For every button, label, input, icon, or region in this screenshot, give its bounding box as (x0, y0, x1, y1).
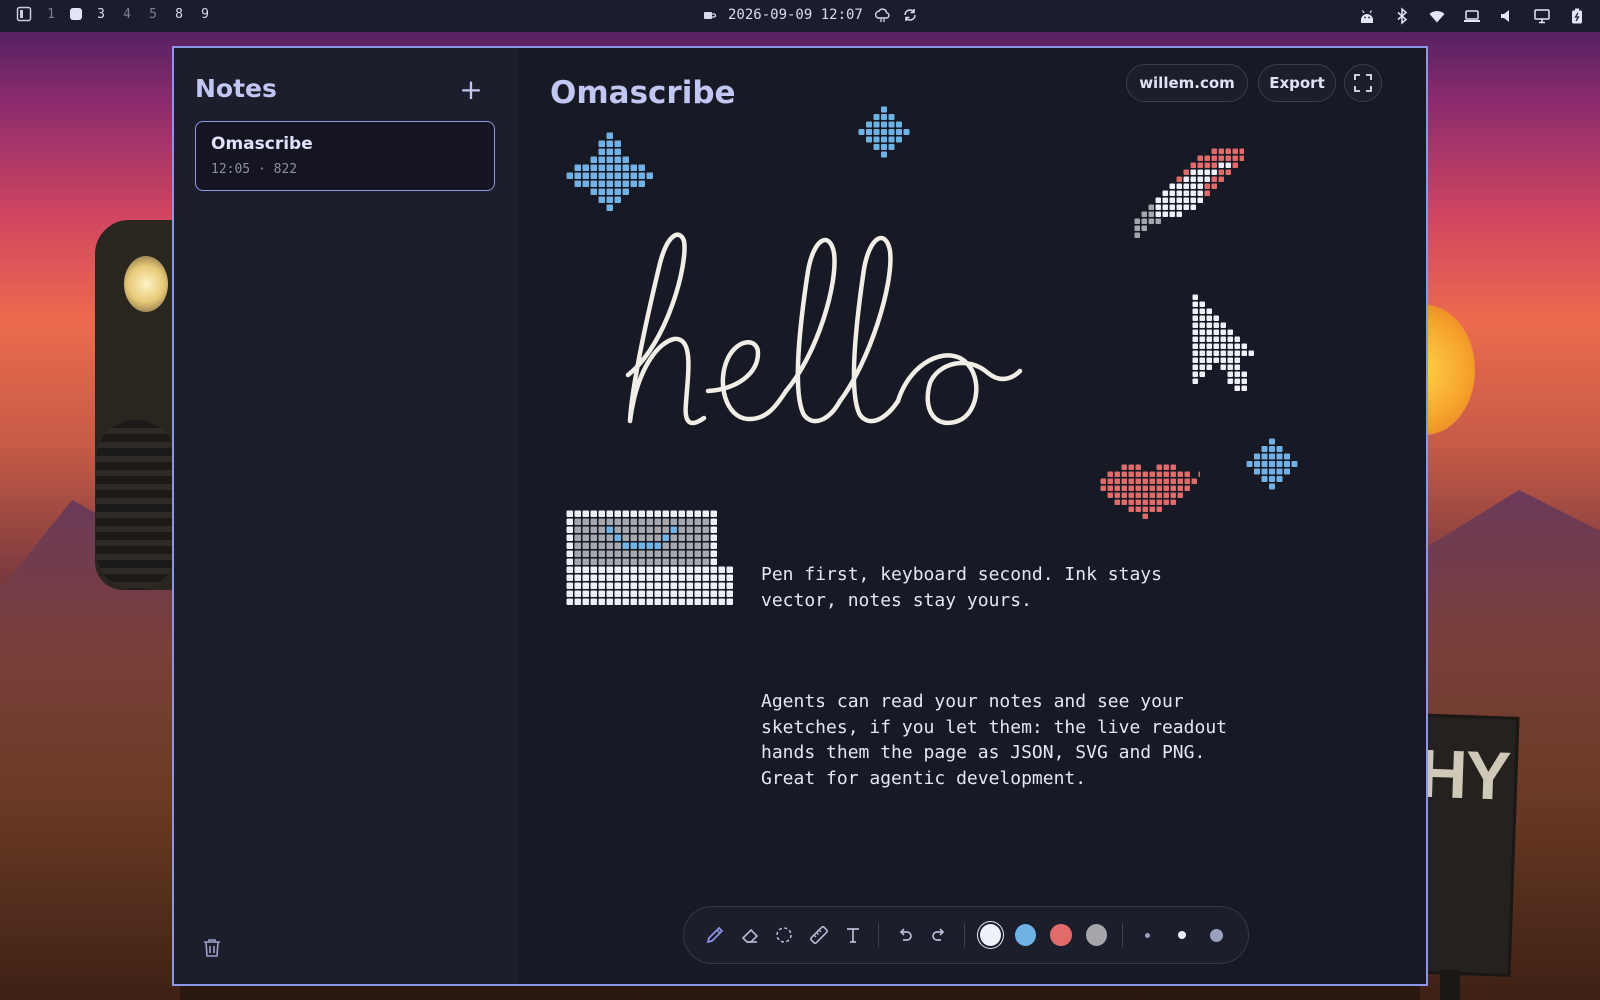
stroke-size-medium[interactable] (1165, 917, 1199, 953)
notes-sidebar: Notes + Omascribe 12:05 · 822 (174, 48, 518, 984)
workspace-1[interactable]: 1 (44, 7, 58, 22)
toolbar-divider (1121, 923, 1123, 947)
lasso-tool-button[interactable] (767, 917, 801, 953)
text-tool-button[interactable] (836, 917, 870, 953)
undo-button[interactable] (887, 917, 921, 953)
pen-icon (707, 926, 724, 944)
trash-icon[interactable] (200, 936, 224, 960)
top-bar: 1 3 4 5 8 9 2026-09-09 12:07 (0, 0, 1600, 32)
wallpaper-truck-tire (96, 420, 176, 590)
wifi-icon[interactable] (1428, 7, 1446, 25)
note-meta-separator: · (257, 162, 266, 177)
drawing-toolbar (683, 906, 1249, 964)
fullscreen-button[interactable] (1344, 64, 1382, 102)
ruler-icon (809, 925, 828, 945)
blue-sparkle-doodle[interactable] (566, 132, 666, 212)
clock-datetime[interactable]: 2026-09-09 12:07 (728, 7, 863, 23)
blue-sparkle-right-doodle[interactable] (1246, 438, 1306, 498)
body-paragraph-2: Agents can read your notes and see your … (761, 691, 1238, 789)
bluetooth-icon[interactable] (1393, 7, 1411, 25)
blue-sparkle-small-doodle[interactable] (858, 106, 918, 166)
color-swatch-white[interactable] (980, 924, 1002, 946)
color-swatch-blue[interactable] (1015, 924, 1037, 946)
sync-icon[interactable] (901, 6, 919, 24)
pen-tool-button[interactable] (698, 917, 732, 953)
undo-icon (899, 928, 912, 941)
note-count: 822 (273, 162, 298, 177)
workspace-active-indicator[interactable] (70, 8, 82, 20)
body-paragraph-1: Pen first, keyboard second. Ink stays ve… (761, 564, 1173, 611)
sidebar-title: Notes (195, 74, 277, 103)
lasso-icon (776, 927, 793, 943)
note-time: 12:05 (211, 162, 251, 177)
weather-cloud-icon[interactable] (873, 6, 891, 24)
toolbar-divider (964, 923, 966, 947)
eraser-icon (741, 928, 758, 943)
clock-area: 2026-09-09 12:07 (700, 6, 919, 24)
note-title: Omascribe (211, 134, 313, 154)
workspace-9[interactable]: 9 (198, 7, 212, 22)
redo-icon (932, 928, 945, 941)
system-tray (1358, 7, 1586, 25)
toolbar-divider (878, 923, 880, 947)
note-meta: 12:05 · 822 (211, 162, 479, 177)
note-body[interactable]: Pen first, keyboard second. Ink stays ve… (761, 511, 1231, 842)
drawing-canvas[interactable]: Omascribe willem.com Export Pen first, k… (518, 48, 1426, 984)
battery-icon[interactable] (1568, 7, 1586, 25)
wallpaper-truck-headlight (124, 256, 168, 312)
note-list-item[interactable]: Omascribe 12:05 · 822 (195, 121, 495, 191)
wallpaper-sign-post (1440, 970, 1460, 1000)
add-note-button[interactable]: + (454, 72, 488, 106)
stroke-size-large[interactable] (1200, 917, 1234, 953)
page-title: Omascribe (550, 75, 736, 111)
fullscreen-icon (1354, 74, 1372, 92)
laptop-doodle[interactable] (566, 510, 736, 610)
workspace-3[interactable]: 3 (94, 7, 108, 22)
app-window: Notes + Omascribe 12:05 · 822 Omascribe … (172, 46, 1428, 986)
eraser-tool-button[interactable] (732, 917, 766, 953)
pencil-doodle[interactable] (1134, 148, 1244, 248)
handwritten-hello-ink[interactable] (608, 223, 1148, 483)
monitor-icon[interactable] (1533, 7, 1551, 25)
ruler-tool-button[interactable] (801, 917, 835, 953)
stroke-size-small[interactable] (1131, 917, 1165, 953)
laptop-icon[interactable] (1463, 7, 1481, 25)
color-swatch-gray[interactable] (1085, 924, 1107, 946)
volume-icon[interactable] (1498, 7, 1516, 25)
export-button[interactable]: Export (1258, 64, 1336, 102)
text-icon (847, 928, 860, 943)
layout-grid-icon[interactable] (16, 6, 32, 22)
cursor-arrow-doodle[interactable] (1192, 294, 1262, 394)
redo-button[interactable] (922, 917, 956, 953)
workspace-4[interactable]: 4 (120, 7, 134, 22)
color-swatch-red[interactable] (1050, 924, 1072, 946)
workspace-8[interactable]: 8 (172, 7, 186, 22)
workspace-5[interactable]: 5 (146, 7, 160, 22)
android-icon[interactable] (1358, 7, 1376, 25)
workspace-switcher: 1 3 4 5 8 9 (16, 6, 212, 22)
coffee-icon[interactable] (700, 6, 718, 24)
website-link-button[interactable]: willem.com (1126, 64, 1248, 102)
